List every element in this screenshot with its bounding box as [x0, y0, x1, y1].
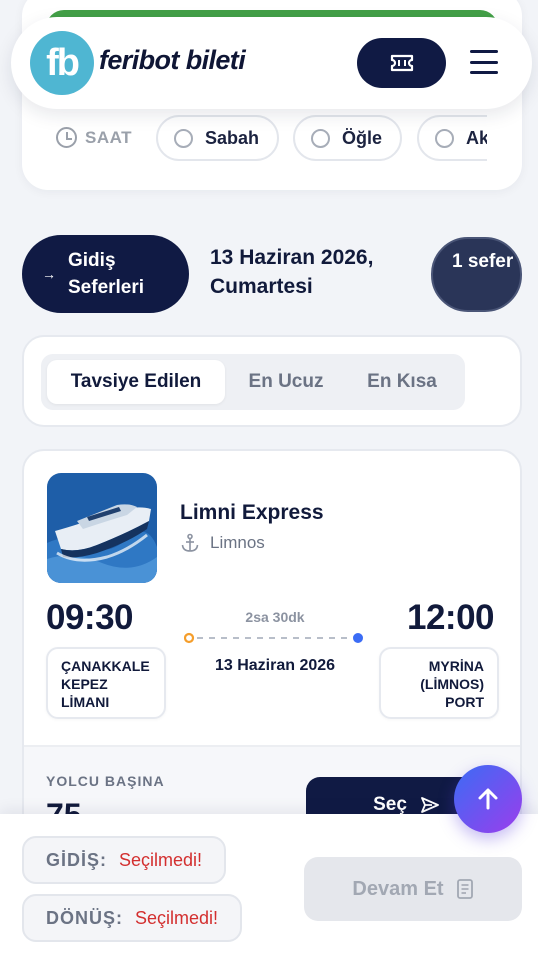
my-tickets-button[interactable]: [357, 38, 446, 88]
trip-duration: 2sa 30dk: [245, 609, 305, 625]
tab-cheapest[interactable]: En Ucuz: [233, 360, 339, 404]
radio-icon: [174, 128, 193, 148]
destination-label: Limnos: [210, 533, 265, 552]
selection-bar: GİDİŞ: Seçilmedi! DÖNÜŞ: Seçilmedi! Deva…: [0, 814, 538, 960]
departure-port: ÇANAKKALE KEPEZ LİMANI: [46, 647, 166, 719]
ship-name: Limni Express: [180, 501, 324, 524]
logo-mark[interactable]: fb: [30, 31, 94, 95]
time-filter-label: SAAT: [56, 127, 132, 148]
document-icon: [456, 879, 473, 899]
select-label: Seç: [373, 794, 407, 815]
sort-card: Tavsiye Edilen En Ucuz En Kısa: [22, 335, 522, 427]
outbound-value: Seçilmedi!: [119, 849, 203, 870]
time-option-sabah[interactable]: Sabah: [156, 115, 280, 161]
tab-shortest[interactable]: En Kısa: [347, 360, 457, 404]
radio-icon: [311, 128, 330, 148]
trip-card[interactable]: Limni Express Limnos 09:30 12:00 2sa 30d…: [22, 449, 522, 849]
continue-label: Devam Et: [352, 877, 444, 900]
time-option-ogle[interactable]: Öğle: [293, 115, 403, 161]
return-key: DÖNÜŞ:: [46, 907, 123, 928]
price-label: YOLCU BAŞINA: [46, 773, 165, 789]
time-option-clip: Ak: [417, 115, 487, 167]
ship-image: [47, 473, 157, 583]
app-header: fb feribot bileti: [11, 17, 532, 109]
radio-icon: [435, 128, 454, 148]
trip-date: 13 Haziran 2026: [214, 657, 336, 674]
clock-icon: [56, 127, 77, 148]
direction-label: Gidiş Seferleri: [68, 250, 145, 298]
return-status: DÖNÜŞ: Seçilmedi!: [22, 894, 243, 942]
logo-text[interactable]: feribot bileti: [99, 45, 246, 76]
destination: Limnos: [180, 533, 265, 553]
time-option-aksam[interactable]: Ak: [417, 115, 487, 161]
hamburger-menu-icon[interactable]: [467, 47, 501, 77]
route-line: [184, 632, 363, 644]
tab-recommended[interactable]: Tavsiye Edilen: [47, 360, 225, 404]
results-date: 13 Haziran 2026, Cumartesi: [210, 246, 374, 298]
trip-count-badge: 1 sefer: [431, 237, 522, 312]
continue-button[interactable]: Devam Et: [304, 857, 522, 921]
send-icon: [421, 797, 439, 813]
arrow-up-icon: [478, 788, 498, 810]
sort-tabs: Tavsiye Edilen En Ucuz En Kısa: [41, 354, 465, 410]
arrow-right-icon: →: [42, 266, 56, 282]
outbound-key: GİDİŞ:: [46, 849, 108, 870]
ticket-icon: [390, 54, 413, 72]
direction-pill[interactable]: → Gidiş Seferleri: [22, 235, 189, 313]
anchor-icon: [181, 533, 199, 552]
arrival-port: MYRİNA (LİMNOS) PORT: [379, 647, 499, 719]
outbound-status: GİDİŞ: Seçilmedi!: [22, 836, 227, 884]
time-filter-row: SAAT Sabah Öğle Ak: [22, 115, 522, 167]
scroll-to-top-button[interactable]: [454, 765, 522, 833]
departure-time: 09:30: [46, 598, 134, 637]
arrival-time: 12:00: [407, 598, 495, 637]
return-value: Seçilmedi!: [135, 907, 219, 928]
